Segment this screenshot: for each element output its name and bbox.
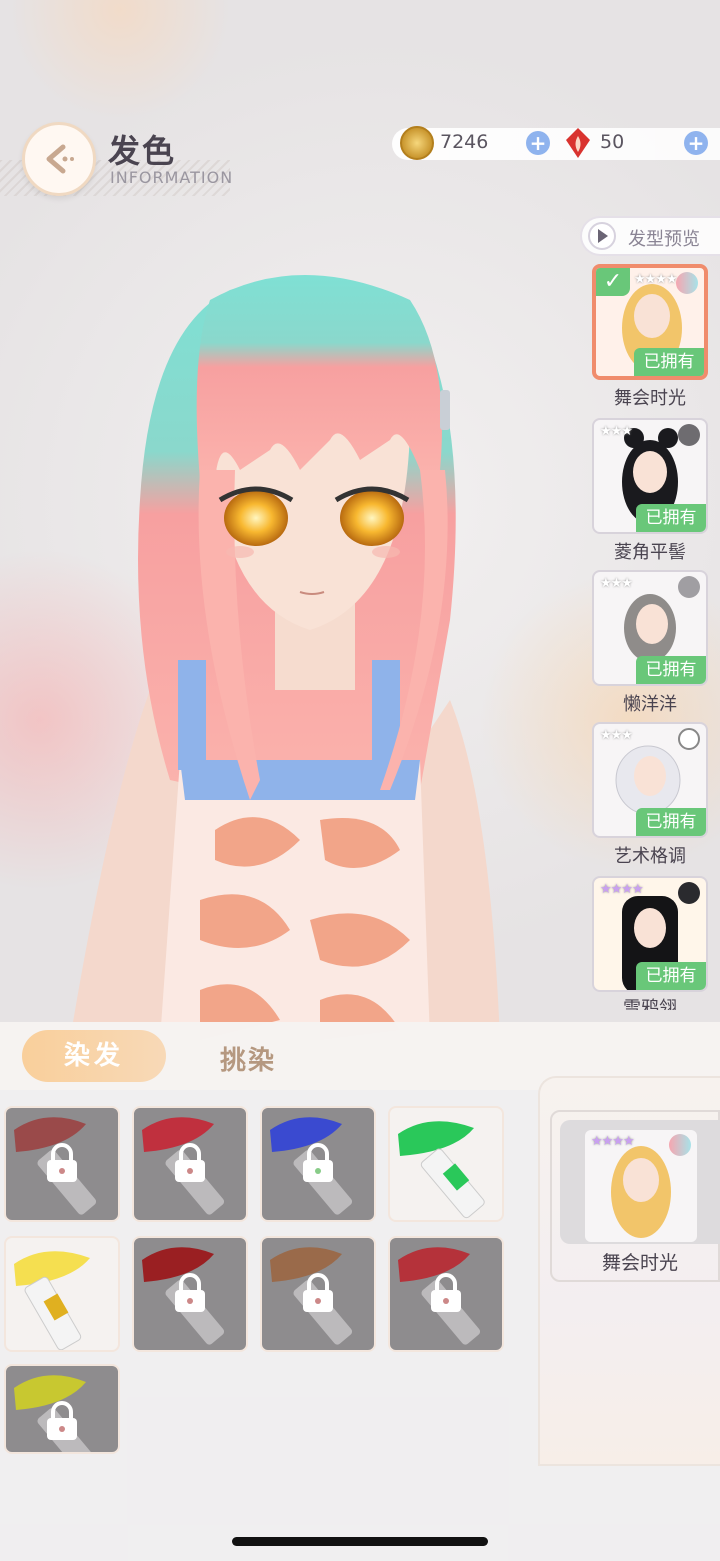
gem-value: 50 — [600, 131, 625, 153]
star-rating-icon: ★★★★ — [600, 882, 644, 897]
star-rating-icon: ★★★★ — [591, 1134, 635, 1149]
lock-icon — [175, 1273, 205, 1312]
add-coins-button[interactable]: + — [526, 131, 550, 155]
current-hairstyle-card[interactable]: ★★★★ — [585, 1130, 697, 1242]
rarity-icon — [678, 424, 700, 446]
star-rating-icon: ★★★ — [600, 424, 633, 439]
rarity-icon — [669, 1134, 691, 1156]
owned-badge: 已拥有 — [636, 504, 706, 532]
hairstyle-name: 艺术格调 — [614, 846, 686, 867]
dye-tube-icon — [398, 1121, 485, 1219]
hairstyle-preview-label: 发型预览 — [628, 229, 700, 250]
star-rating-icon: ★★★ — [600, 728, 633, 743]
dye-item[interactable] — [4, 1106, 120, 1222]
dye-item[interactable] — [260, 1236, 376, 1352]
dye-item[interactable] — [388, 1236, 504, 1352]
hairstyle-card[interactable]: ✓ ★★★★ 已拥有 — [592, 264, 708, 380]
rarity-icon — [678, 882, 700, 904]
lock-icon — [47, 1143, 77, 1182]
dye-item[interactable] — [4, 1236, 120, 1352]
hairstyle-name: 懒洋洋 — [623, 694, 677, 715]
rarity-icon — [678, 728, 700, 750]
hairstyle-card[interactable]: ★★★ 已拥有 — [592, 722, 708, 838]
hairstyle-name: 舞会时光 — [614, 388, 686, 409]
hairstyle-card[interactable]: ★★★ 已拥有 — [592, 570, 708, 686]
page-subtitle: INFORMATION — [110, 168, 234, 187]
energy-gem-icon — [566, 128, 590, 158]
play-icon — [588, 222, 616, 250]
current-hairstyle-name: 舞会时光 — [601, 1252, 678, 1274]
page-title: 发色 — [108, 132, 177, 170]
owned-badge: 已拥有 — [634, 348, 704, 376]
owned-badge: 已拥有 — [636, 808, 706, 836]
hairstyle-card[interactable]: ★★★★ 已拥有 — [592, 876, 708, 992]
lock-icon — [175, 1143, 205, 1182]
add-gems-button[interactable]: + — [684, 131, 708, 155]
owned-badge: 已拥有 — [636, 962, 706, 990]
hairstyle-name: 菱角平髻 — [614, 542, 686, 563]
lock-icon — [47, 1401, 77, 1440]
dye-item[interactable] — [260, 1106, 376, 1222]
dye-item[interactable] — [132, 1106, 248, 1222]
back-arrow-icon — [46, 144, 74, 174]
tab-hair-dye[interactable]: 染发 — [22, 1030, 166, 1082]
back-button[interactable] — [22, 122, 96, 196]
lock-icon — [431, 1273, 461, 1312]
lock-icon — [303, 1143, 333, 1182]
rarity-icon — [676, 272, 698, 294]
coin-icon — [400, 126, 434, 160]
star-rating-icon: ★★★ — [600, 576, 633, 591]
home-indicator[interactable] — [232, 1537, 488, 1546]
dye-item[interactable] — [132, 1236, 248, 1352]
tab-highlight-dye[interactable]: 挑染 — [220, 1040, 276, 1077]
lock-icon — [303, 1273, 333, 1312]
coin-value: 7246 — [440, 131, 489, 153]
owned-badge: 已拥有 — [636, 656, 706, 684]
rarity-icon — [678, 576, 700, 598]
dye-tube-icon — [14, 1251, 90, 1350]
dye-item[interactable] — [388, 1106, 504, 1222]
dye-item[interactable] — [4, 1364, 120, 1454]
selected-check-icon: ✓ — [596, 268, 630, 296]
hairstyle-card[interactable]: ★★★ 已拥有 — [592, 418, 708, 534]
hairstyle-name: 雪鸦翎 — [623, 998, 677, 1010]
star-rating-icon: ★★★★ — [634, 272, 678, 287]
